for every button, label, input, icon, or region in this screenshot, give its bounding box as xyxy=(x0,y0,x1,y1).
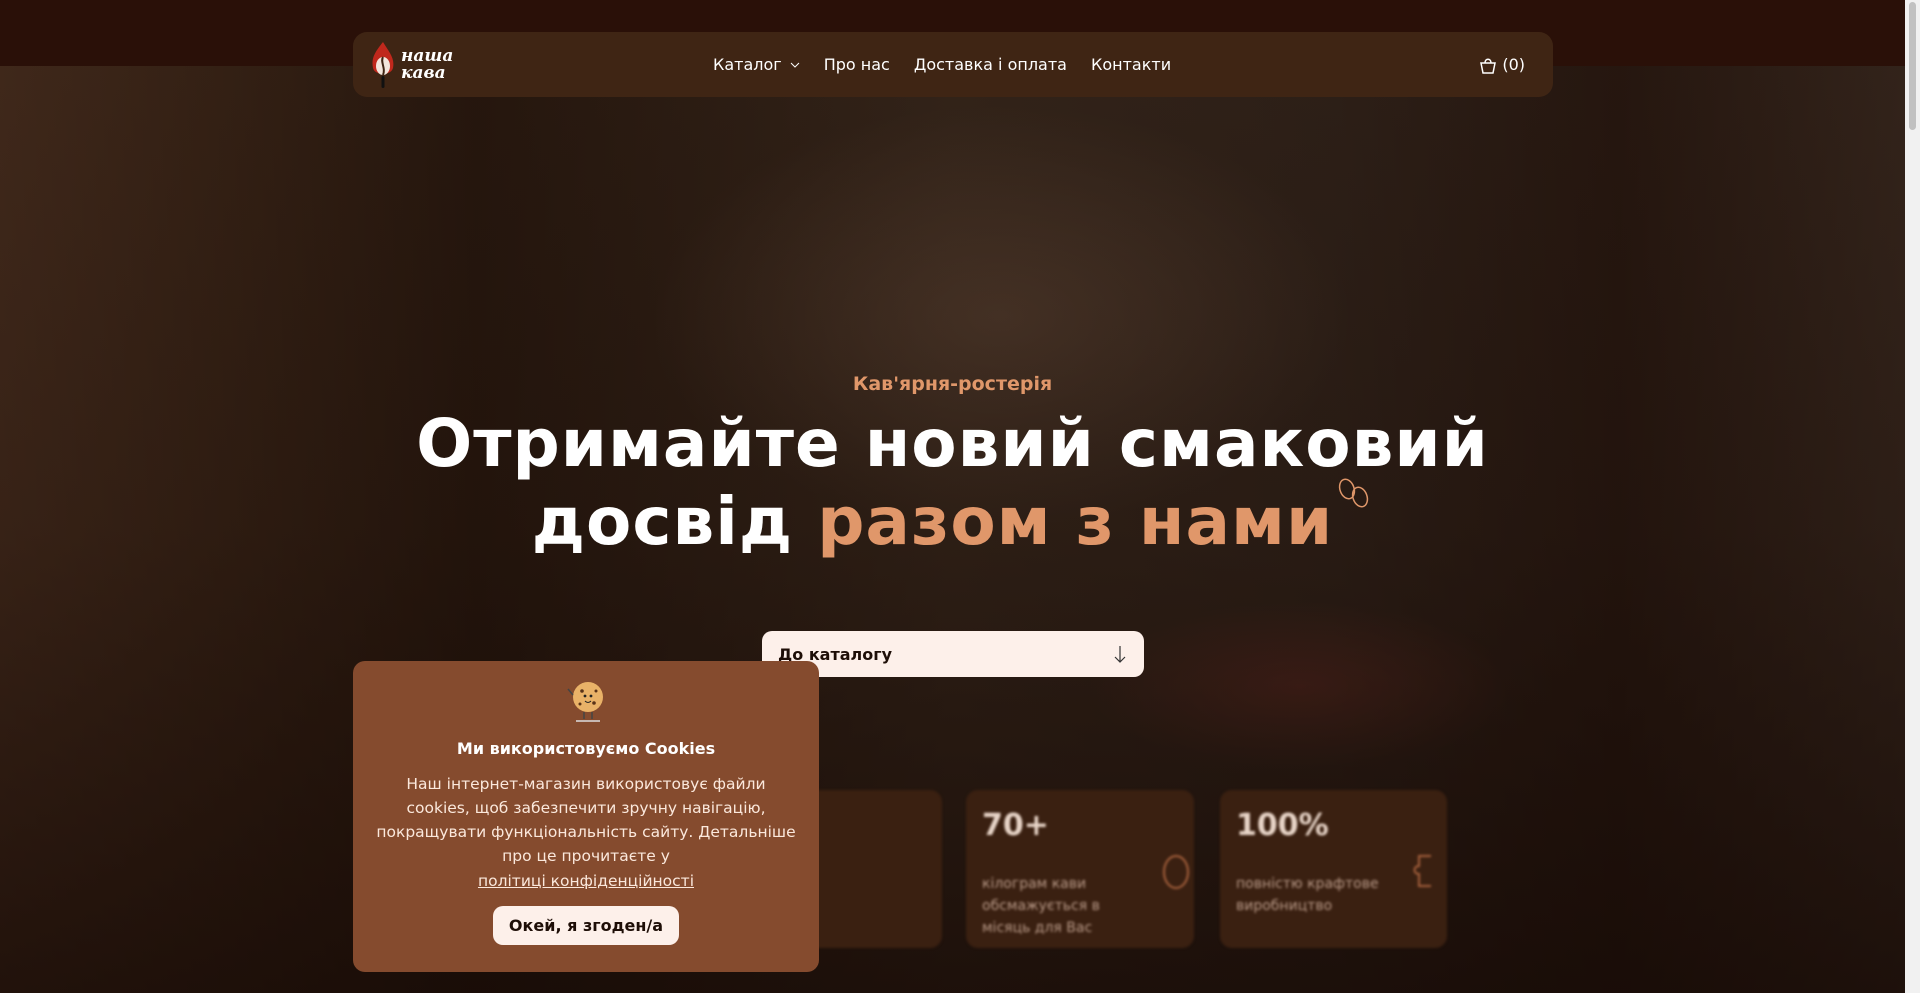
hero-tagline-blurred xyxy=(760,692,1160,712)
coffee-beans-icon xyxy=(1339,478,1369,508)
cart-count: (0) xyxy=(1502,55,1525,74)
logo-text: наша кава xyxy=(401,46,454,83)
cookie-text: Наш інтернет-магазин використовує файли … xyxy=(376,775,796,865)
cookie-mascot-icon xyxy=(567,682,603,722)
cart-button[interactable]: (0) xyxy=(1478,32,1525,97)
scrollbar-thumb[interactable] xyxy=(1909,2,1916,130)
hero-eyebrow: Кав'ярня-ростерія xyxy=(852,373,1053,395)
main-menu: Каталог Про нас Доставка і оплата Контак… xyxy=(713,32,1171,97)
arrow-down-icon xyxy=(1114,646,1126,663)
to-catalog-button[interactable]: До каталогу xyxy=(762,631,1144,677)
scrollbar[interactable] xyxy=(1905,0,1920,993)
logo-flame-bean-icon xyxy=(372,42,394,88)
coffee-bean-icon xyxy=(1163,855,1189,889)
puzzle-icon xyxy=(1413,855,1431,887)
cookie-title: Ми використовуємо Cookies xyxy=(456,739,716,758)
nav-catalog[interactable]: Каталог xyxy=(713,55,800,74)
navbar: наша кава Каталог Про нас Доставка і опл… xyxy=(353,32,1553,97)
stat-card: 70+ кілограм кави обсмажується в місяць … xyxy=(966,790,1194,948)
nav-delivery[interactable]: Доставка і оплата xyxy=(914,55,1067,74)
hero-title: Отримайте новий смаковий досвід разом з … xyxy=(416,405,1489,560)
stat-card: 100% повністю крафтове виробництво xyxy=(1220,790,1447,948)
privacy-policy-link[interactable]: політиці конфіденційності xyxy=(478,872,694,890)
logo[interactable]: наша кава xyxy=(369,40,453,90)
cookie-banner: Ми використовуємо Cookies Наш інтернет-м… xyxy=(353,661,819,972)
nav-contacts[interactable]: Контакти xyxy=(1091,55,1171,74)
nav-about[interactable]: Про нас xyxy=(824,55,890,74)
chevron-down-icon xyxy=(790,62,800,68)
accept-cookies-button[interactable]: Окей, я згоден/а xyxy=(492,906,680,945)
shopping-bag-icon xyxy=(1480,58,1497,74)
